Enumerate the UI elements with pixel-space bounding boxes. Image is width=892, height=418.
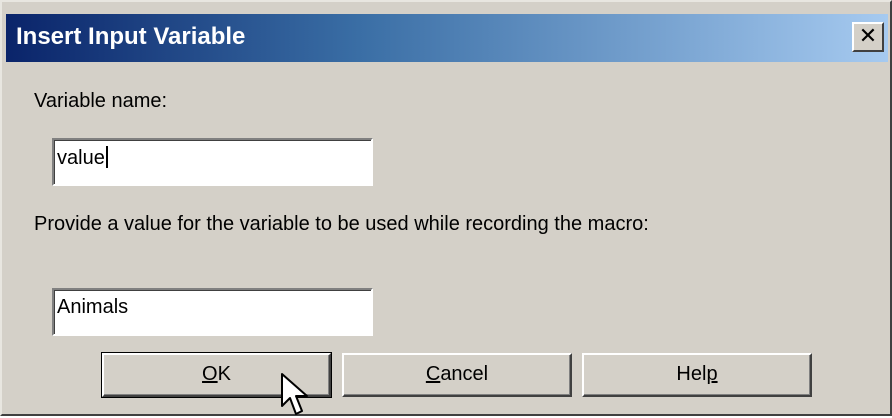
dialog-title: Insert Input Variable (16, 23, 246, 50)
value-label: Provide a value for the variable to be u… (34, 213, 649, 235)
variable-name-value: value (57, 147, 105, 169)
help-label-start: Hel (676, 363, 707, 385)
cancel-label-rest: ancel (440, 363, 489, 385)
text-caret (105, 146, 108, 168)
ok-mnemonic: O (202, 363, 218, 385)
close-icon: ✕ (858, 23, 878, 48)
variable-name-input[interactable]: value (52, 138, 373, 186)
variable-value-input[interactable]: Animals (52, 288, 373, 336)
variable-name-label: Variable name: (34, 90, 168, 112)
close-button[interactable]: ✕ (852, 22, 884, 52)
cancel-mnemonic: C (425, 363, 441, 385)
insert-input-variable-dialog: Insert Input Variable ✕ Variable name: v… (0, 0, 892, 416)
ok-label-rest: K (217, 363, 231, 385)
help-button[interactable]: Help (582, 353, 812, 397)
title-bar[interactable]: Insert Input Variable ✕ (6, 14, 888, 62)
help-mnemonic: p (706, 363, 718, 385)
cancel-button[interactable]: Cancel (342, 353, 572, 397)
mouse-pointer-icon (281, 373, 308, 415)
variable-value-value: Animals (57, 296, 129, 318)
